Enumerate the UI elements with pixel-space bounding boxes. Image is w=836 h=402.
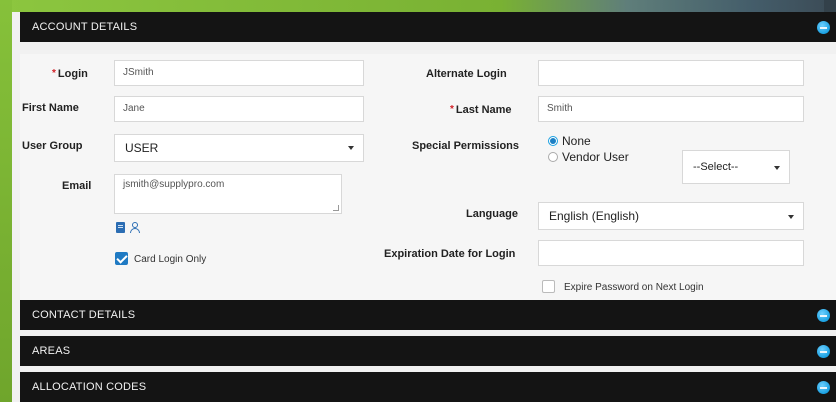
card-login-only-label: Card Login Only: [134, 254, 207, 265]
permission-none-option[interactable]: None: [548, 134, 591, 148]
radio-vendor-user[interactable]: [548, 152, 558, 162]
special-permissions-label: Special Permissions: [412, 140, 519, 152]
user-group-label: User Group: [22, 140, 83, 152]
chevron-down-icon: [774, 166, 780, 170]
permission-vendor-option[interactable]: Vendor User: [548, 150, 629, 164]
alternate-login-label: Alternate Login: [426, 68, 507, 80]
required-asterisk: *: [52, 68, 56, 79]
section-title-areas: AREAS: [32, 345, 71, 357]
resize-handle-icon[interactable]: [333, 205, 339, 211]
expand-icon[interactable]: [817, 309, 830, 322]
email-field[interactable]: jsmith@supplypro.com: [114, 174, 342, 214]
alternate-login-field[interactable]: [538, 60, 804, 86]
section-header-allocation-codes[interactable]: ALLOCATION CODES: [20, 372, 836, 402]
last-name-field[interactable]: Smith: [538, 96, 804, 122]
expire-password-label: Expire Password on Next Login: [564, 282, 704, 293]
expand-icon[interactable]: [817, 381, 830, 394]
language-label: Language: [466, 208, 518, 220]
chevron-down-icon: [788, 215, 794, 219]
section-title-account-details: ACCOUNT DETAILS: [32, 21, 138, 33]
expire-password-checkbox[interactable]: [542, 280, 555, 293]
vendor-select[interactable]: --Select--: [682, 150, 790, 184]
document-icon[interactable]: [116, 222, 125, 233]
section-header-account-details[interactable]: ACCOUNT DETAILS: [20, 12, 836, 42]
email-label: Email: [62, 180, 92, 192]
account-details-form: * Login JSmith First Name Jane User Group…: [20, 54, 836, 310]
first-name-field[interactable]: Jane: [114, 96, 364, 122]
permission-none-label: None: [562, 134, 591, 148]
permission-vendor-label: Vendor User: [562, 150, 629, 164]
background-left: [0, 0, 12, 402]
section-header-areas[interactable]: AREAS: [20, 336, 836, 366]
language-value: English (English): [549, 209, 640, 223]
login-label: * Login: [52, 68, 88, 80]
chevron-down-icon: [348, 146, 354, 150]
user-group-value: USER: [125, 141, 159, 155]
section-title-allocation-codes: ALLOCATION CODES: [32, 381, 147, 393]
email-value: jsmith@supplypro.com: [123, 179, 225, 190]
vendor-select-value: --Select--: [693, 161, 739, 173]
expiration-date-label: Expiration Date for Login: [384, 248, 516, 260]
section-header-contact-details[interactable]: CONTACT DETAILS: [20, 300, 836, 330]
user-icon[interactable]: [129, 222, 141, 233]
expand-icon[interactable]: [817, 345, 830, 358]
background-top: [0, 0, 836, 12]
login-field[interactable]: JSmith: [114, 60, 364, 86]
user-group-select[interactable]: USER: [114, 134, 364, 162]
section-title-contact-details: CONTACT DETAILS: [32, 309, 136, 321]
expiration-date-field[interactable]: [538, 240, 804, 266]
collapse-icon[interactable]: [817, 21, 830, 34]
first-name-label: First Name: [22, 102, 79, 114]
radio-none[interactable]: [548, 136, 558, 146]
last-name-label: * Last Name: [450, 104, 512, 116]
required-asterisk: *: [450, 104, 454, 115]
language-select[interactable]: English (English): [538, 202, 804, 230]
card-login-only-checkbox[interactable]: [115, 252, 128, 265]
user-form-panel: ACCOUNT DETAILS * Login JSmith First Name…: [12, 12, 836, 402]
